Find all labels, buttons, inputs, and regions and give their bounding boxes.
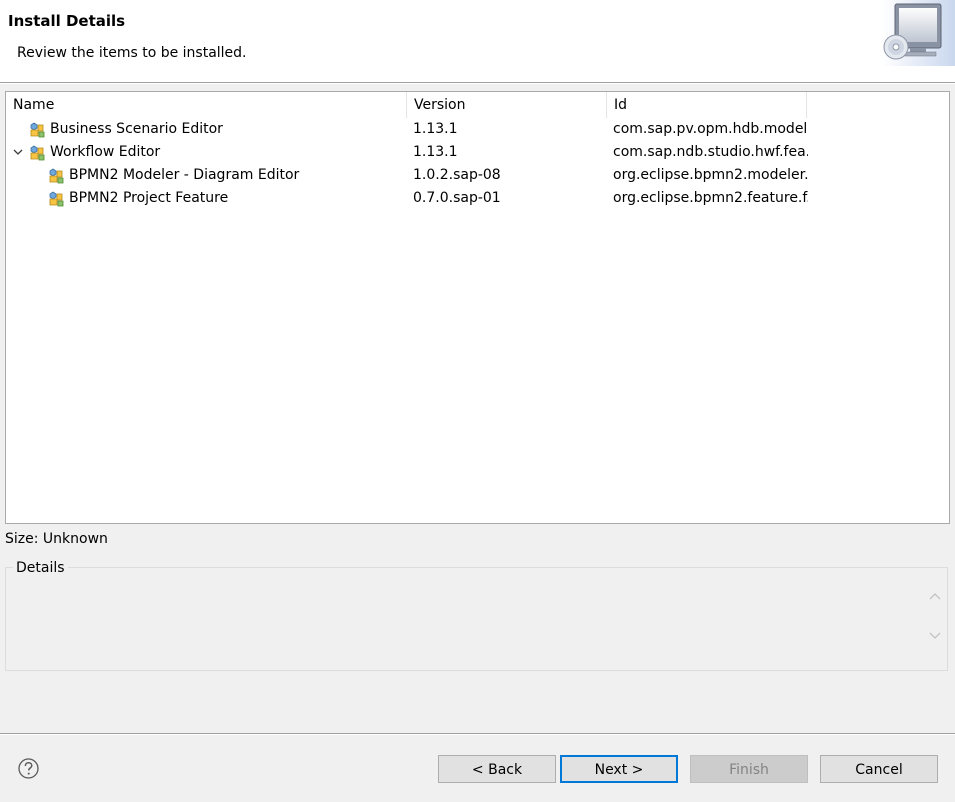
scroll-up-icon[interactable] <box>928 590 942 604</box>
tree-row-version: 1.13.1 <box>413 121 458 137</box>
size-label: Size: Unknown <box>5 531 108 547</box>
chevron-down-icon[interactable] <box>12 141 24 164</box>
tree-row-version: 1.0.2.sap-08 <box>413 167 501 183</box>
feature-plugin-icon <box>48 191 65 207</box>
tree-row-id: org.eclipse.bpmn2.feature.f... <box>613 190 808 206</box>
tree-header: Name Version Id <box>6 92 949 118</box>
tree-row-workflow-editor[interactable]: Workflow Editor 1.13.1 com.sap.ndb.studi… <box>6 141 949 164</box>
tree-row-bpmn2-project-feature[interactable]: BPMN2 Project Feature 0.7.0.sap-01 org.e… <box>6 187 949 210</box>
finish-button[interactable]: Finish <box>690 755 808 783</box>
tree-row-business-scenario-editor[interactable]: Business Scenario Editor 1.13.1 com.sap.… <box>6 118 949 141</box>
cancel-button[interactable]: Cancel <box>820 755 938 783</box>
feature-plugin-icon <box>29 122 46 138</box>
tree-row-id: com.sap.ndb.studio.hwf.fea... <box>613 144 808 160</box>
details-legend: Details <box>13 560 68 576</box>
page-description: Review the items to be installed. <box>17 45 247 61</box>
scroll-down-icon[interactable] <box>928 628 942 642</box>
tree-row-version: 1.13.1 <box>413 144 458 160</box>
install-items-tree[interactable]: Name Version Id Business Scenario Editor… <box>5 91 950 524</box>
column-header-id[interactable]: Id <box>607 92 807 118</box>
help-icon[interactable] <box>17 757 40 780</box>
tree-row-bpmn2-modeler-diagram-editor[interactable]: BPMN2 Modeler - Diagram Editor 1.0.2.sap… <box>6 164 949 187</box>
title-area: Install Details Review the items to be i… <box>0 0 955 82</box>
header-separator-highlight <box>0 83 955 84</box>
tree-row-name: Business Scenario Editor <box>50 121 223 137</box>
column-header-version[interactable]: Version <box>407 92 607 118</box>
tree-row-version: 0.7.0.sap-01 <box>413 190 501 206</box>
tree-row-name: Workflow Editor <box>50 144 161 160</box>
feature-plugin-icon <box>29 145 46 161</box>
next-button[interactable]: Next > <box>560 755 678 783</box>
tree-row-name: BPMN2 Modeler - Diagram Editor <box>69 167 300 183</box>
details-text-area[interactable] <box>12 582 921 664</box>
details-group: Details <box>5 560 948 671</box>
tree-row-id: org.eclipse.bpmn2.modeler... <box>613 167 808 183</box>
button-bar-separator-highlight <box>0 734 955 735</box>
install-computer-cd-icon <box>882 0 955 66</box>
back-button[interactable]: < Back <box>438 755 556 783</box>
feature-plugin-icon <box>48 168 65 184</box>
page-title: Install Details <box>8 12 126 30</box>
tree-row-id: com.sap.pv.opm.hdb.model... <box>613 121 808 137</box>
column-header-name[interactable]: Name <box>6 92 407 118</box>
tree-row-name: BPMN2 Project Feature <box>69 190 229 206</box>
